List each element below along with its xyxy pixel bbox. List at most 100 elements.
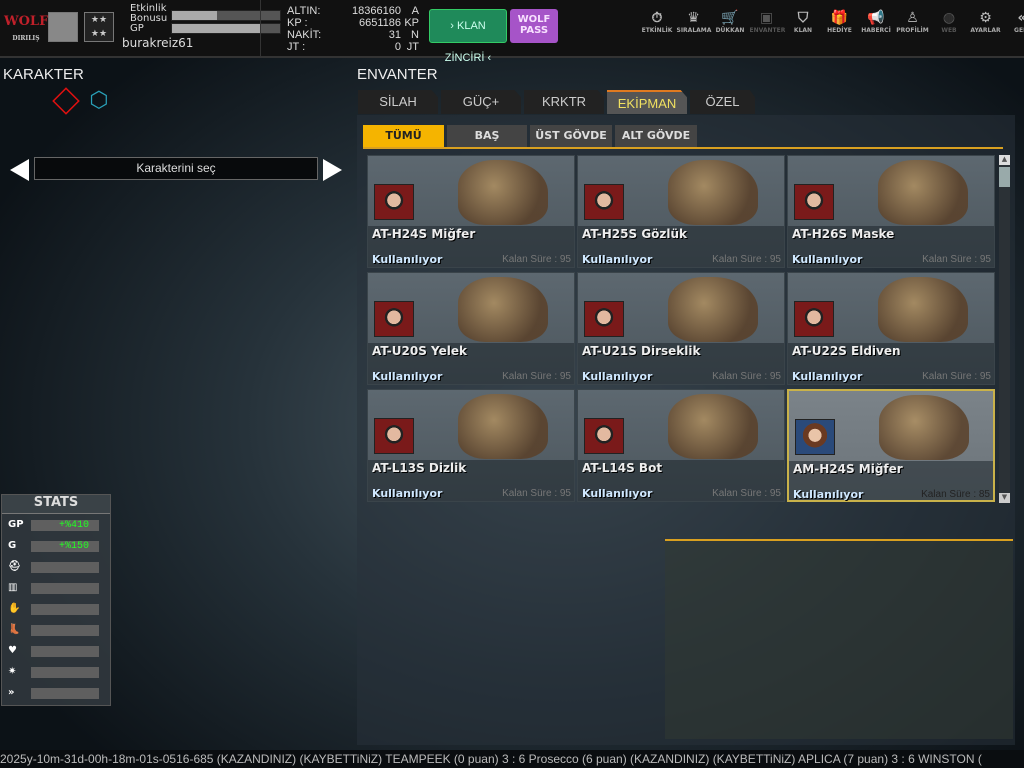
nav-web[interactable]: ◍ WEB: [932, 10, 966, 34]
nav-envanter[interactable]: ▣ ENVANTER: [749, 10, 786, 34]
gp-label: GP: [130, 23, 144, 34]
item-status: Kullanılıyor: [582, 253, 653, 266]
stat-value: +%150: [31, 541, 99, 552]
nav-ayarlar[interactable]: ⚙ AYARLAR: [969, 10, 1003, 34]
scroll-thumb[interactable]: [999, 167, 1010, 187]
klan-zinciri-button[interactable]: › KLAN ZİNCİRİ ‹: [429, 9, 507, 64]
nav-label: HABERCİ: [861, 27, 891, 34]
nav-label: HEDİYE: [827, 27, 852, 34]
scroll-down-icon[interactable]: ▼: [999, 493, 1010, 503]
nav-klan[interactable]: ⛉ KLAN: [786, 10, 820, 34]
currency-row: KP : 6651186 KP: [287, 17, 419, 29]
nav-icon: ⚙: [979, 10, 992, 26]
nav-label: AYARLAR: [970, 27, 1001, 34]
nav-dükkan[interactable]: 🛒 DÜKKAN: [713, 10, 747, 34]
inventory-item[interactable]: AT-H26S Maske Kullanılıyor Kalan Süre : 95: [787, 155, 995, 268]
currency-unit: A: [411, 5, 419, 17]
stat-icon: »: [8, 687, 15, 698]
inventory-item[interactable]: AT-H25S Gözlük Kullanılıyor Kalan Süre : 9…: [577, 155, 785, 268]
subtab-0[interactable]: TÜMÜ: [363, 125, 444, 147]
item-name: AT-H26S Maske: [792, 227, 895, 241]
item-name: AT-U20S Yelek: [372, 344, 467, 358]
tab-3[interactable]: EKİPMAN: [607, 90, 687, 114]
nav-icon: 📢: [867, 10, 885, 26]
currency-label: NAKİT:: [287, 29, 322, 41]
nav-profi̇li̇m[interactable]: ♙ PROFİLİM: [896, 10, 930, 34]
item-status: Kullanılıyor: [372, 253, 443, 266]
nav-label: ETKİNLİK: [641, 27, 673, 34]
stats-panel: STATS GP +%410 G +%150 ⛑ ▥ ✋ 👢 ♥ ✷ »: [1, 494, 111, 706]
item-status: Kullanılıyor: [793, 488, 864, 501]
wolf-pass-button[interactable]: WOLF PASS: [510, 9, 558, 43]
nav-etki̇nli̇k[interactable]: ⏱ ETKİNLİK: [640, 10, 674, 34]
stat-row: GP +%410: [8, 519, 100, 532]
currency-unit: N: [411, 29, 419, 41]
tab-4[interactable]: ÖZEL: [690, 90, 755, 114]
prev-character-arrow[interactable]: [10, 159, 29, 181]
event-bonus-label: Etkinlik Bonusu: [130, 3, 168, 24]
nav-geri̇[interactable]: «GERİ: [1005, 10, 1024, 34]
stat-row: ⛑: [8, 561, 100, 574]
item-status: Kullanılıyor: [582, 370, 653, 383]
stat-icon: ♥: [8, 645, 17, 656]
subtab-2[interactable]: ÜST GÖVDE: [530, 125, 612, 147]
inventory-item[interactable]: AM-H24S Miğfer Kullanılıyor Kalan Süre : 8…: [787, 389, 995, 502]
currency-value: 31: [388, 29, 401, 41]
class-assault-icon[interactable]: [52, 87, 80, 115]
nav-label: PROFİLİM: [896, 27, 929, 34]
stat-value: [31, 625, 99, 636]
tab-2[interactable]: KRKTR: [524, 90, 604, 114]
item-status: Kullanılıyor: [372, 370, 443, 383]
item-image: [878, 277, 968, 342]
item-status: Kullanılıyor: [372, 487, 443, 500]
tab-1[interactable]: GÜÇ+: [441, 90, 521, 114]
inventory-item[interactable]: AT-U21S Dirseklik Kullanılıyor Kalan Süre …: [577, 272, 785, 385]
nav-icon: «: [1005, 10, 1024, 27]
item-image: [458, 394, 548, 459]
class-rifleman-icon[interactable]: ⬡: [86, 88, 112, 114]
inventory-item[interactable]: AT-U22S Eldiven Kullanılıyor Kalan Süre : …: [787, 272, 995, 385]
nav-label: DÜKKAN: [715, 27, 745, 34]
inventory-item[interactable]: AT-L14S Bot Kullanılıyor Kalan Süre : 95: [577, 389, 785, 502]
nav-icon: ♙: [906, 10, 919, 26]
nav-label: SIRALAMA: [676, 27, 712, 34]
inventory-item[interactable]: AT-L13S Dizlik Kullanılıyor Kalan Süre : 9…: [367, 389, 575, 502]
stat-icon: ▥: [8, 582, 18, 593]
item-remaining-time: Kalan Süre : 95: [922, 371, 991, 382]
character-portrait: [794, 301, 834, 337]
currency-row: ALTIN: 18366160 A: [287, 5, 419, 17]
currency-row: NAKİT: 31 N: [287, 29, 419, 41]
inventory-scrollbar[interactable]: ▲ ▼: [999, 155, 1010, 503]
character-select[interactable]: Karakterini seç: [34, 157, 318, 180]
currency-label: ALTIN:: [287, 5, 321, 17]
avatar[interactable]: [48, 12, 78, 42]
inventory-item[interactable]: AT-U20S Yelek Kullanılıyor Kalan Süre : 95: [367, 272, 575, 385]
nav-hedi̇ye[interactable]: 🎁 HEDİYE: [823, 10, 857, 34]
tab-0[interactable]: SİLAH: [358, 90, 438, 114]
item-image: [878, 160, 968, 225]
stat-row: ✷: [8, 666, 100, 679]
currency-value: 6651186: [358, 17, 401, 29]
inventory-item[interactable]: AT-H24S Miğfer Kullanılıyor Kalan Süre : 9…: [367, 155, 575, 268]
stat-value: [31, 562, 99, 573]
nav-label: ENVANTER: [749, 27, 786, 34]
stat-icon: 👢: [8, 624, 21, 635]
nav-siralama[interactable]: ♛ SIRALAMA: [676, 10, 712, 34]
nav-icon: ⏱: [651, 10, 663, 26]
rank-icon: ★★ ★★: [84, 12, 114, 42]
item-status: Kullanılıyor: [792, 253, 863, 266]
item-remaining-time: Kalan Süre : 95: [922, 254, 991, 265]
currency-row: JT : 0 JT: [287, 41, 419, 53]
nav-label: WEB: [941, 27, 957, 34]
scroll-up-icon[interactable]: ▲: [999, 155, 1010, 165]
stat-value: [31, 583, 99, 594]
stat-row: ✋: [8, 603, 100, 616]
currency-unit: JT: [406, 41, 419, 53]
subtab-1[interactable]: BAŞ: [447, 125, 527, 147]
nav-haberci̇[interactable]: 📢 HABERCİ: [859, 10, 893, 34]
stat-value: [31, 646, 99, 657]
nav-icon: ♛: [687, 10, 700, 26]
next-character-arrow[interactable]: [323, 159, 342, 181]
subtab-3[interactable]: ALT GÖVDE: [615, 125, 697, 147]
currency-panel: ALTIN: 18366160 A KP :6651186 KP NAKİT: 31 N JT …: [287, 5, 419, 53]
